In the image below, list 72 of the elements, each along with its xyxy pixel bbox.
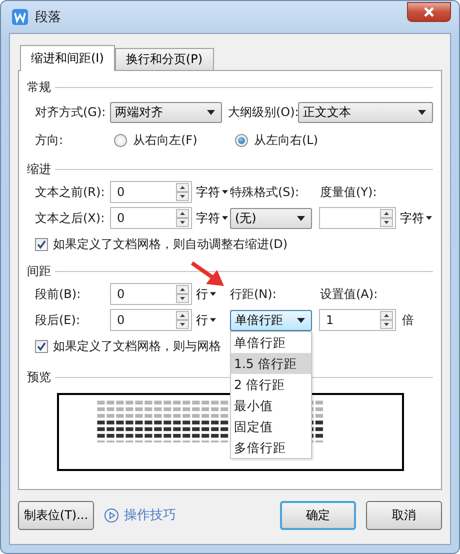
dropdown-option[interactable]: 最小值 xyxy=(231,394,311,416)
field-label: 设置值(A): xyxy=(320,286,379,302)
number-field[interactable] xyxy=(319,207,396,229)
caret-icon xyxy=(210,292,216,296)
close-button[interactable] xyxy=(407,2,451,22)
caret-icon xyxy=(426,216,432,220)
radio-label: 从左向右(L) xyxy=(254,132,318,148)
number-field[interactable]: 0 xyxy=(110,181,192,203)
number-field[interactable]: 1 xyxy=(319,309,396,331)
field-label: 方向: xyxy=(35,132,64,148)
annotation-arrow xyxy=(190,260,226,288)
radio-button[interactable] xyxy=(235,134,248,146)
spinner-arrows-icon[interactable] xyxy=(176,183,189,201)
caret-icon xyxy=(222,190,228,194)
outline-level-select[interactable]: 正文文本 xyxy=(298,102,433,122)
caret-icon xyxy=(222,216,228,220)
field-label: 度量值(Y): xyxy=(320,184,378,200)
checkbox-label: 如果定义了文档网格，则与网格 xyxy=(53,338,221,354)
unit-dropdown[interactable]: 字符 xyxy=(192,184,230,200)
field-label: 行距(N): xyxy=(230,286,278,302)
checkbox[interactable] xyxy=(35,238,48,250)
field-label: 文本之后(X): xyxy=(35,210,106,226)
caret-icon xyxy=(207,110,215,114)
dropdown-option[interactable]: 1.5 倍行距 xyxy=(231,352,311,374)
caret-icon xyxy=(297,216,305,220)
tab[interactable]: 缩进和间距(I) xyxy=(20,45,115,71)
spinner-arrows-icon[interactable] xyxy=(176,285,189,303)
dropdown-option[interactable]: 固定值 xyxy=(231,416,311,436)
play-icon xyxy=(104,508,119,522)
field-label: 文本之前(R): xyxy=(35,184,106,200)
ok-button[interactable]: 确定 xyxy=(280,500,356,530)
line-spacing-select[interactable]: 单倍行距 xyxy=(230,310,312,330)
dropdown-option[interactable]: 单倍行距 xyxy=(231,332,311,352)
field-label: 大纲级别(O): xyxy=(228,104,298,120)
section-title: 缩进 xyxy=(27,160,51,178)
number-field[interactable]: 0 xyxy=(110,207,192,229)
number-field[interactable]: 0 xyxy=(110,283,192,305)
tab-stops-button[interactable]: 制表位(T)... xyxy=(18,500,94,530)
window-title: 段落 xyxy=(35,9,62,26)
checkbox[interactable] xyxy=(35,340,48,352)
spinner-arrows-icon[interactable] xyxy=(176,311,189,329)
spinner-arrows-icon[interactable] xyxy=(380,209,393,227)
radio-label: 从右向左(F) xyxy=(133,132,198,148)
unit-dropdown[interactable]: 字符 xyxy=(192,210,230,226)
field-label: 对齐方式(G): xyxy=(35,104,107,120)
special-format-select[interactable]: (无) xyxy=(230,208,312,228)
unit-dropdown[interactable]: 行 xyxy=(192,286,230,302)
spinner-arrows-icon[interactable] xyxy=(176,209,189,227)
caret-icon xyxy=(297,318,305,322)
field-label: 段后(E): xyxy=(35,312,81,328)
cancel-button[interactable]: 取消 xyxy=(366,500,442,530)
section-title: 间距 xyxy=(27,262,51,280)
dropdown-option[interactable]: 2 倍行距 xyxy=(231,374,311,394)
unit-dropdown[interactable]: 字符 xyxy=(396,210,434,226)
checkbox-label: 如果定义了文档网格，则自动调整右缩进(D) xyxy=(53,236,288,252)
app-icon xyxy=(11,8,29,26)
dropdown-option[interactable]: 多倍行距 xyxy=(231,436,311,458)
caret-icon xyxy=(418,110,426,114)
close-icon xyxy=(423,7,435,17)
number-field[interactable]: 0 xyxy=(110,309,192,331)
tips-link[interactable]: 操作技巧 xyxy=(104,506,280,524)
section-title: 常规 xyxy=(27,78,51,96)
spinner-arrows-icon[interactable] xyxy=(380,311,393,329)
caret-icon xyxy=(210,318,216,322)
field-label: 特殊格式(S): xyxy=(230,184,300,200)
alignment-select[interactable]: 两端对齐 xyxy=(110,102,222,122)
field-label: 段前(B): xyxy=(35,286,82,302)
tab[interactable]: 换行和分页(P) xyxy=(114,48,214,70)
unit-dropdown[interactable]: 行 xyxy=(192,312,230,328)
unit-label: 倍 xyxy=(402,312,414,328)
radio-button[interactable] xyxy=(114,134,127,146)
section-title: 预览 xyxy=(27,368,51,386)
